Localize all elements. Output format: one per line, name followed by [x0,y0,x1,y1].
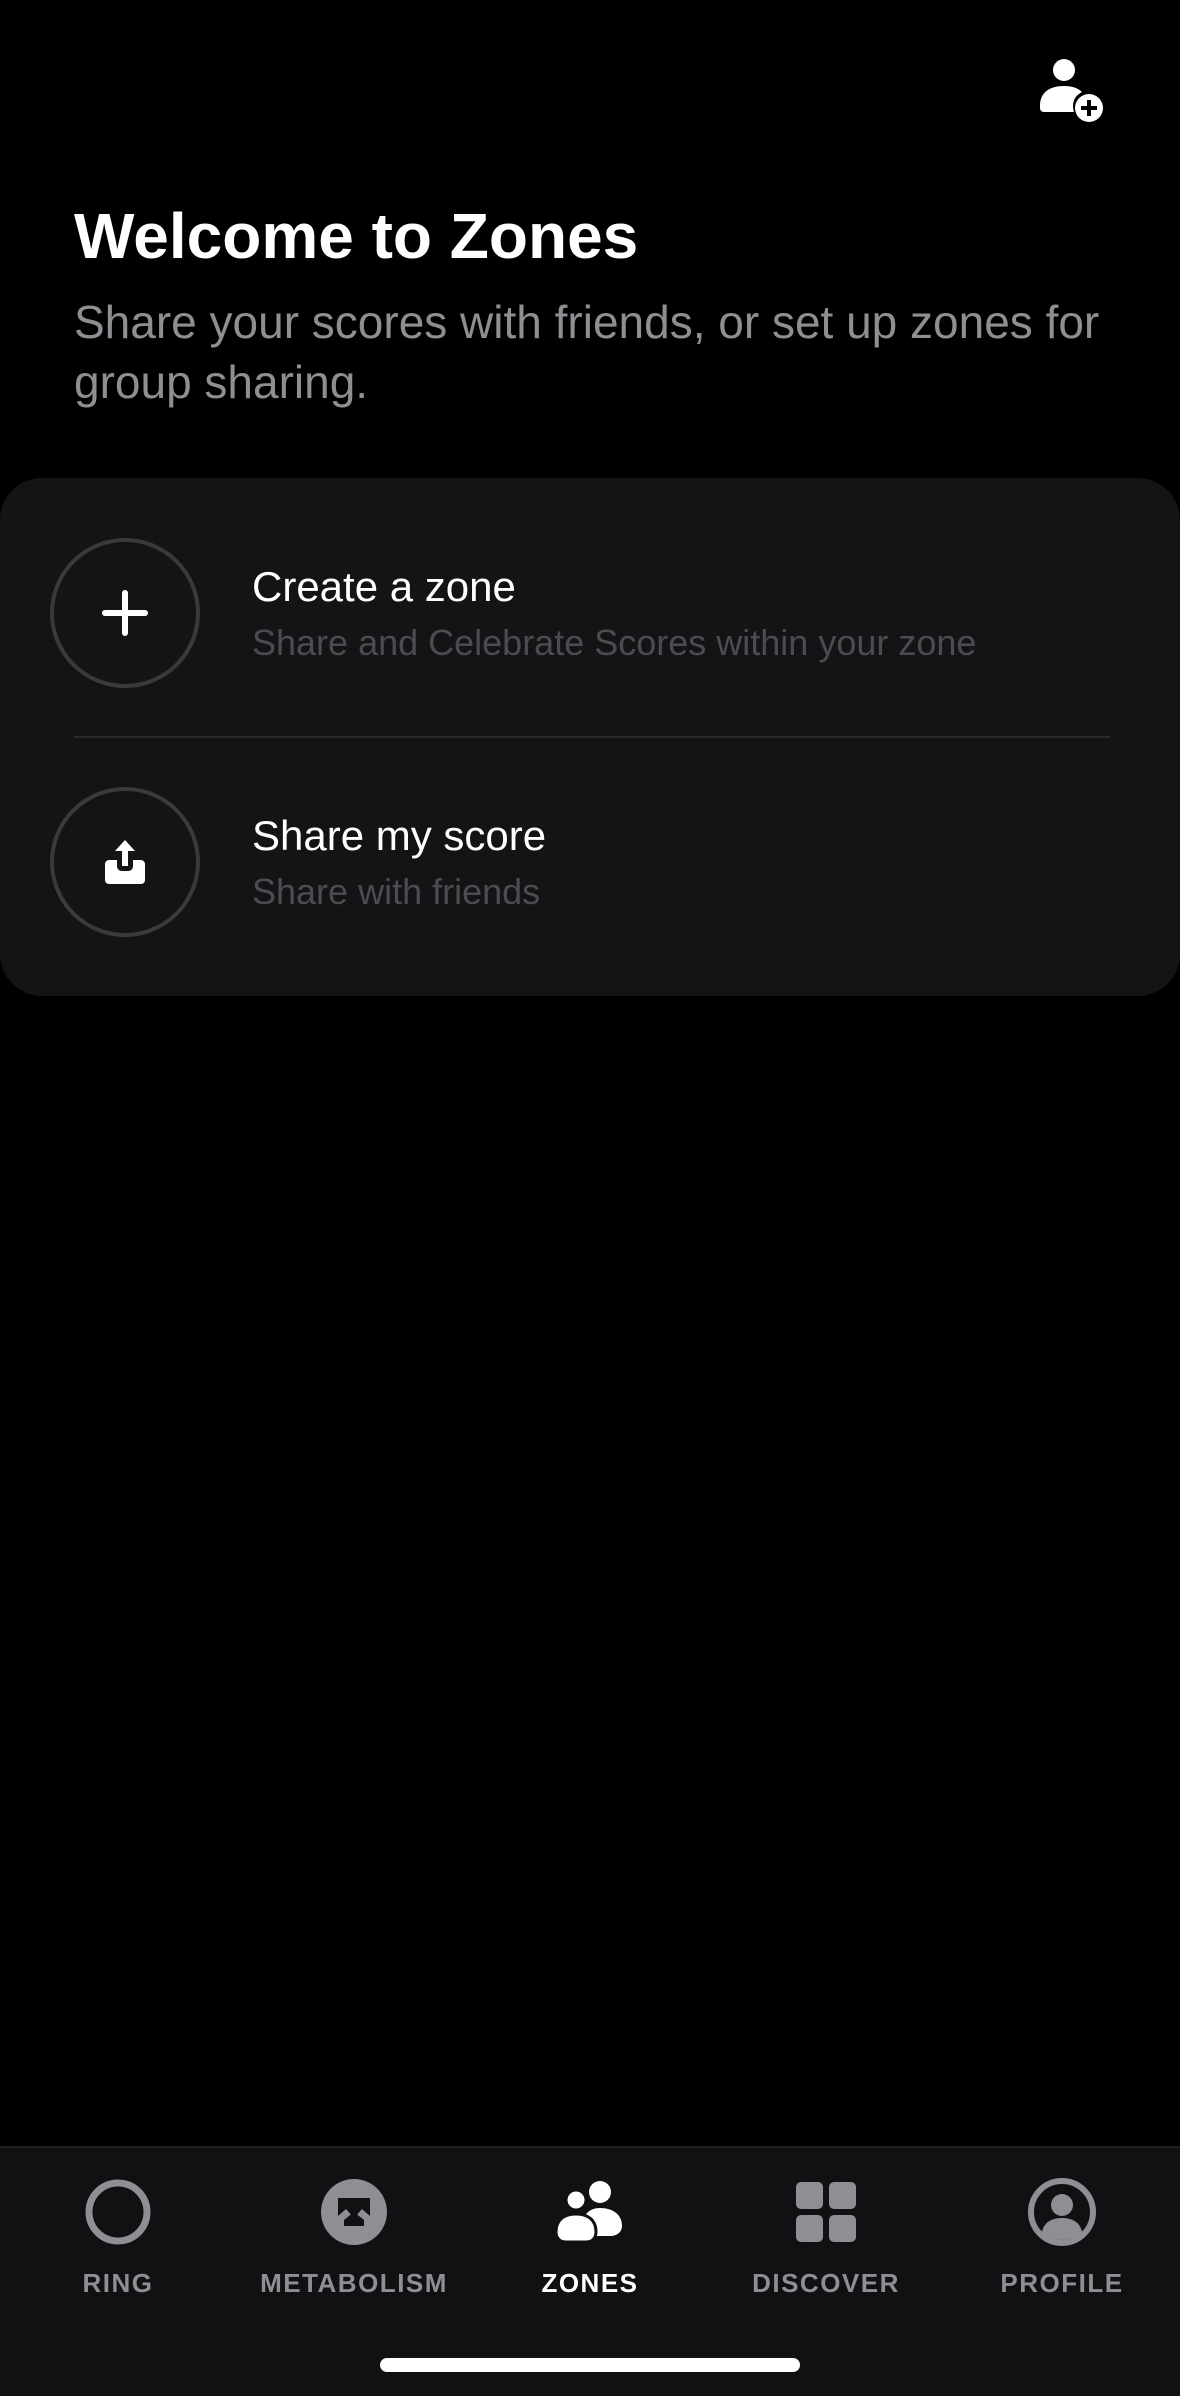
share-score-text: Share my score Share with friends [252,811,546,913]
create-zone-icon-circle [50,538,200,688]
page-subtitle: Share your scores with friends, or set u… [74,295,1100,409]
ring-icon [80,2174,156,2250]
create-zone-title: Create a zone [252,563,516,611]
grid-icon [788,2174,864,2250]
metabolism-icon [316,2174,392,2250]
tab-profile-label: PROFILE [1000,2268,1124,2298]
page-title: Welcome to Zones [74,200,639,272]
add-friend-button[interactable] [1030,50,1110,130]
create-zone-button[interactable]: Create a zone Share and Celebrate Scores… [0,498,1180,728]
tab-profile[interactable]: PROFILE [944,2174,1180,2299]
create-zone-text: Create a zone Share and Celebrate Scores… [252,562,976,664]
tab-discover[interactable]: DISCOVER [708,2174,944,2299]
tab-ring[interactable]: RING [0,2174,236,2299]
page-header: Welcome to Zones Share your scores with … [74,200,1104,413]
share-score-icon-circle [50,787,200,937]
tab-metabolism-label: METABOLISM [260,2268,448,2298]
share-score-title: Share my score [252,812,547,860]
zones-action-card: Create a zone Share and Celebrate Scores… [0,478,1180,996]
zones-icon [552,2174,628,2250]
tab-ring-label: RING [82,2268,154,2298]
tab-zones[interactable]: ZONES [472,2174,708,2299]
share-icon [105,840,145,884]
person-add-icon [1040,59,1103,122]
share-score-button[interactable]: Share my score Share with friends [0,747,1180,977]
home-indicator[interactable] [380,2358,800,2372]
tab-zones-label: ZONES [541,2268,639,2298]
plus-icon [102,590,148,636]
bottom-tab-bar: RING METABOLISM ZONES DISCOVER PROFILE [0,2146,1180,2396]
share-score-subtitle: Share with friends [252,870,541,912]
tab-metabolism[interactable]: METABOLISM [236,2174,472,2299]
profile-icon [1024,2174,1100,2250]
create-zone-subtitle: Share and Celebrate Scores within your z… [252,621,977,663]
card-divider [74,736,1110,738]
tab-discover-label: DISCOVER [752,2268,900,2298]
